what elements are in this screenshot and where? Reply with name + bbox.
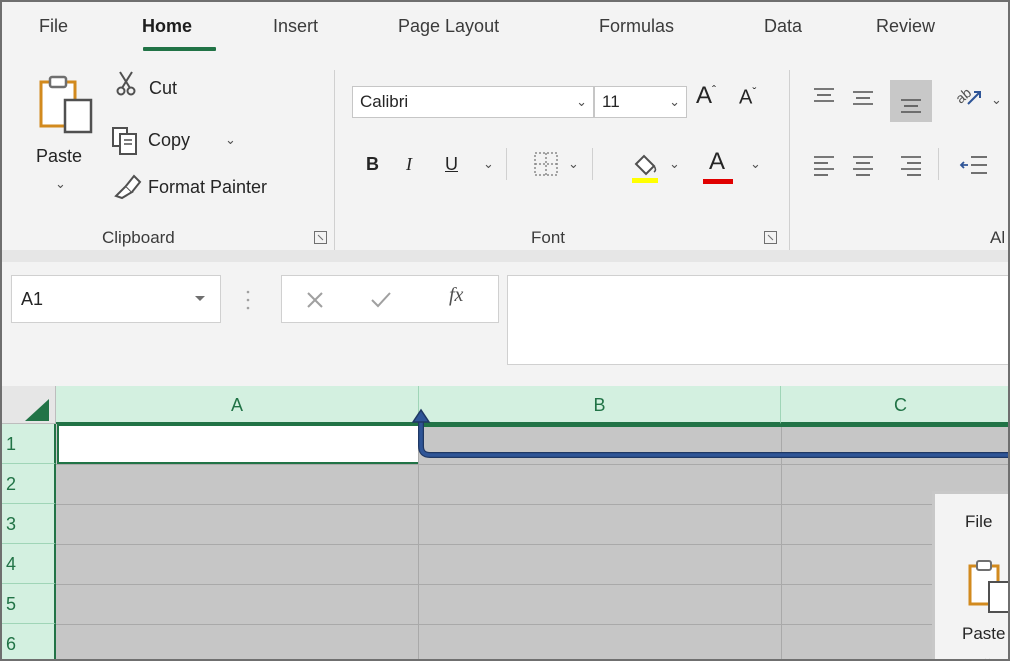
borders-dropdown-chevron-icon[interactable]: ⌄ (568, 156, 579, 172)
row-gridline (56, 544, 1008, 545)
paste-dropdown-chevron-icon[interactable]: ⌄ (55, 176, 66, 192)
bottom-align-icon (901, 99, 921, 113)
fill-color-dropdown-chevron-icon[interactable]: ⌄ (669, 156, 680, 172)
font-divider (506, 148, 507, 180)
select-all-button[interactable] (2, 386, 56, 424)
row-header-4[interactable]: 4 (2, 544, 56, 584)
increase-font-size-icon[interactable]: Aˆ (696, 82, 716, 110)
cancel-icon[interactable] (305, 290, 325, 310)
italic-button[interactable]: I (406, 154, 412, 175)
tab-page-layout[interactable]: Page Layout (398, 16, 499, 37)
alignment-divider (938, 148, 939, 180)
enter-check-icon[interactable] (370, 290, 392, 310)
clipboard-group-label: Clipboard (102, 228, 175, 247)
ribbon-shadow (2, 250, 1008, 262)
inset-paste-label[interactable]: Paste (962, 624, 1005, 644)
align-right-icon[interactable] (899, 154, 923, 176)
font-name-select[interactable]: Calibri ⌄ (352, 86, 594, 118)
orientation-icon[interactable]: ab (954, 82, 984, 110)
cell-a1[interactable] (57, 424, 418, 464)
copy-label[interactable]: Copy (148, 130, 190, 151)
font-group-label: Font (531, 228, 566, 247)
ribbon-tabs: File Home Insert Page Layout Formulas Da… (2, 2, 1008, 54)
clipboard-dialog-launcher-icon[interactable] (314, 231, 327, 244)
name-box-dropdown-icon[interactable] (194, 295, 206, 303)
font-name-chevron-icon[interactable]: ⌄ (576, 87, 587, 117)
align-left-icon[interactable] (812, 154, 836, 176)
format-painter-label[interactable]: Format Painter (148, 177, 267, 198)
row-gridline (56, 464, 1008, 465)
formula-input[interactable] (507, 275, 1008, 365)
font-color-icon[interactable]: A (703, 148, 737, 184)
svg-text:ab: ab (954, 84, 974, 106)
tab-insert[interactable]: Insert (273, 16, 318, 37)
inset-ribbon-preview: File Paste ⌄ (932, 491, 1010, 659)
inset-paste-chevron-icon[interactable]: ⌄ (982, 650, 993, 659)
bottom-align-button[interactable] (890, 80, 932, 122)
row-gridline (56, 584, 1008, 585)
tab-file[interactable]: File (39, 16, 68, 37)
font-size-value: 11 (602, 92, 620, 111)
font-name-value: Calibri (360, 92, 409, 111)
paste-label[interactable]: Paste (36, 146, 82, 167)
cut-label[interactable]: Cut (149, 78, 177, 99)
formula-controls: fx (281, 275, 499, 323)
copy-dropdown-chevron-icon[interactable]: ⌄ (225, 132, 236, 148)
annotation-arrow (411, 408, 1008, 458)
row-header-5[interactable]: 5 (2, 584, 56, 624)
decrease-font-size-icon[interactable]: Aˇ (739, 85, 756, 110)
tab-home[interactable]: Home (142, 16, 192, 37)
insert-function-icon[interactable]: fx (449, 284, 463, 307)
font-dialog-launcher-icon[interactable] (764, 231, 777, 244)
row-gridline (56, 624, 1008, 625)
formula-bar-grip-icon[interactable] (245, 288, 251, 312)
cut-icon[interactable] (115, 70, 137, 96)
column-header-a[interactable]: A (56, 386, 419, 424)
group-divider (334, 70, 335, 250)
name-box-value: A1 (21, 289, 44, 309)
format-painter-icon[interactable] (112, 170, 142, 200)
active-tab-indicator (143, 47, 216, 51)
tab-review[interactable]: Review (876, 16, 935, 37)
group-divider (789, 70, 790, 250)
bold-button[interactable]: B (366, 154, 379, 175)
alignment-group-label: Al (990, 228, 1006, 247)
font-size-chevron-icon[interactable]: ⌄ (669, 87, 680, 117)
orientation-dropdown-chevron-icon[interactable]: ⌄ (991, 92, 1002, 108)
tab-data[interactable]: Data (764, 16, 802, 37)
excel-window: File Home Insert Page Layout Formulas Da… (0, 0, 1010, 661)
row-gridline (56, 504, 1008, 505)
inset-tab-file[interactable]: File (965, 512, 992, 532)
inset-paste-icon[interactable] (967, 558, 1010, 614)
font-color-glyph: A (709, 148, 726, 175)
font-divider (592, 148, 593, 180)
fill-color-icon[interactable] (630, 150, 660, 184)
font-size-select[interactable]: 11 ⌄ (594, 86, 687, 118)
paste-icon[interactable] (38, 74, 96, 136)
decrease-indent-icon[interactable] (959, 154, 989, 176)
worksheet-grid: A B C 1 2 3 4 5 6 (2, 386, 1008, 659)
underline-button[interactable]: U (445, 154, 458, 175)
middle-align-icon[interactable] (851, 88, 875, 110)
font-color-dropdown-chevron-icon[interactable]: ⌄ (750, 156, 761, 172)
copy-icon[interactable] (111, 126, 139, 156)
row-header-1[interactable]: 1 (2, 424, 56, 464)
row-header-2[interactable]: 2 (2, 464, 56, 504)
borders-icon[interactable] (533, 151, 559, 177)
name-box[interactable]: A1 (11, 275, 221, 323)
row-header-3[interactable]: 3 (2, 504, 56, 544)
tab-formulas[interactable]: Formulas (599, 16, 674, 37)
underline-dropdown-chevron-icon[interactable]: ⌄ (483, 156, 494, 172)
row-header-6[interactable]: 6 (2, 624, 56, 659)
font-color-swatch (703, 179, 733, 184)
formula-bar: A1 fx (2, 262, 1008, 386)
select-all-triangle-icon (25, 399, 49, 421)
align-center-icon[interactable] (851, 154, 875, 176)
top-align-icon[interactable] (812, 86, 836, 108)
ribbon: Paste ⌄ Cut Copy ⌄ Format Painter Clipbo… (2, 54, 1008, 250)
